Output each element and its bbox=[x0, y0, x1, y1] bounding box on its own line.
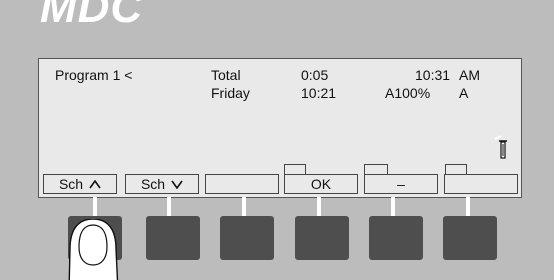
softkey-label-sch-up-text: Sch bbox=[58, 176, 84, 192]
thermometer-icon bbox=[494, 135, 507, 159]
hardware-button-6[interactable] bbox=[443, 216, 497, 260]
total-value: 0:05 bbox=[301, 67, 329, 83]
brand-logo: MDC bbox=[40, 0, 144, 32]
hardware-button-3[interactable] bbox=[220, 216, 274, 260]
softkey-label-sch-down: Sch bbox=[125, 174, 199, 194]
caret-up-icon bbox=[89, 179, 101, 188]
connector-6 bbox=[466, 197, 470, 217]
connector-2 bbox=[167, 197, 171, 217]
hardware-button-2[interactable] bbox=[146, 216, 200, 260]
rate-value: A100% bbox=[385, 85, 431, 101]
day-label: Friday bbox=[211, 85, 250, 101]
softkey-label-ok: OK bbox=[284, 174, 358, 194]
day-time: 10:21 bbox=[301, 85, 337, 101]
softkey-label-blank-6 bbox=[444, 174, 518, 194]
controller-panel: MDC Program 1 < Total 0:05 10:31 AM Frid… bbox=[0, 0, 554, 280]
clock-time: 10:31 bbox=[415, 67, 451, 83]
softkey-label-minus: – bbox=[364, 174, 438, 194]
softkey-label-sch-up: Sch bbox=[43, 174, 117, 194]
clock-ampm: AM bbox=[459, 67, 480, 83]
softkey-label-sch-down-text: Sch bbox=[140, 176, 166, 192]
hardware-button-5[interactable] bbox=[369, 216, 423, 260]
program-label: Program 1 < bbox=[55, 67, 133, 83]
softkey-label-blank-3 bbox=[205, 174, 279, 194]
hardware-button-4[interactable] bbox=[295, 216, 349, 260]
connector-4 bbox=[317, 197, 321, 217]
caret-down-icon bbox=[171, 180, 183, 189]
connector-1 bbox=[93, 197, 97, 217]
connector-3 bbox=[242, 197, 246, 217]
connector-5 bbox=[391, 197, 395, 217]
mode-indicator: A bbox=[459, 85, 469, 101]
total-label: Total bbox=[211, 67, 241, 83]
finger-illustration bbox=[68, 219, 119, 280]
